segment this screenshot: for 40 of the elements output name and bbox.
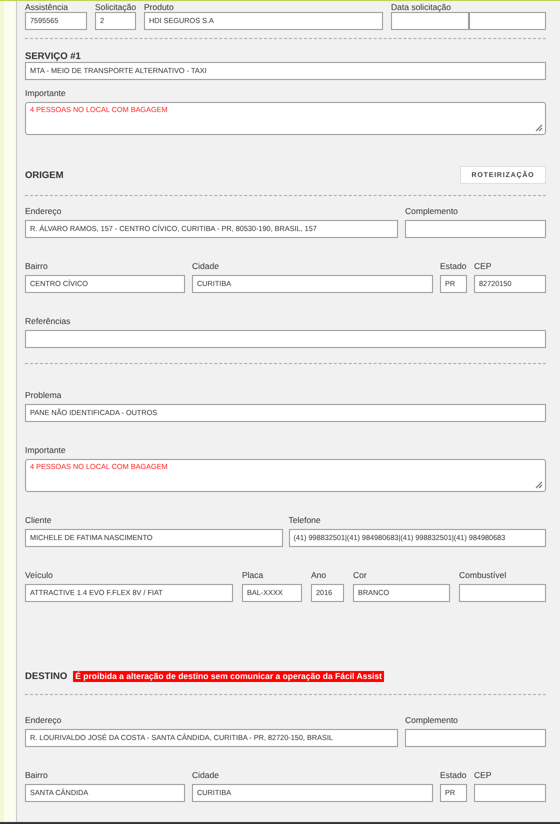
field-label: Placa: [242, 570, 264, 581]
field-label: CEP: [474, 261, 492, 272]
field-label: Estado: [440, 261, 467, 272]
input-field[interactable]: [405, 220, 546, 238]
input-field[interactable]: [468, 12, 546, 30]
field-label: Combustível: [459, 570, 508, 581]
field-label: Veículo: [25, 570, 54, 581]
section-title: SERVIÇO #1: [25, 50, 81, 62]
section-title: DESTINO: [25, 670, 68, 682]
field-label: Importante: [25, 88, 67, 99]
resize-grip-icon[interactable]: [535, 124, 543, 132]
field-label: Referências: [25, 316, 72, 327]
field-label: Bairro: [25, 770, 49, 781]
input-field[interactable]: [391, 12, 468, 30]
field-label: Endereço: [25, 206, 62, 217]
field-label: Assistência: [25, 2, 69, 12]
field-label: Importante: [25, 445, 67, 456]
field-label: Cor: [353, 570, 368, 581]
input-field[interactable]: [405, 729, 546, 747]
input-field[interactable]: [25, 330, 546, 348]
field-label: Problema: [25, 390, 62, 401]
field-label: Complemento: [405, 206, 459, 217]
input-field[interactable]: [474, 784, 546, 802]
section-title: ORIGEM: [25, 170, 64, 180]
field-label: Cidade: [192, 770, 220, 781]
field-label: Complemento: [405, 715, 459, 726]
warning-banner: É proibida a alteração de destino sem comunicar a operação da Fácil Assist: [73, 670, 384, 682]
input-field[interactable]: [459, 584, 546, 602]
resize-grip-icon[interactable]: [535, 481, 543, 489]
field-label: Produto: [144, 2, 175, 12]
field-label: Endereço: [25, 715, 62, 726]
field-label: Bairro: [25, 261, 49, 272]
field-label: Cliente: [25, 515, 52, 526]
field-label: Solicitação: [95, 2, 136, 12]
field-label: Cidade: [192, 261, 220, 272]
field-label: Estado: [440, 770, 467, 781]
field-label: Data solicitação: [391, 2, 452, 12]
field-label: Ano: [311, 570, 328, 581]
field-label: Telefone: [288, 515, 322, 526]
field-label: CEP: [474, 770, 492, 781]
